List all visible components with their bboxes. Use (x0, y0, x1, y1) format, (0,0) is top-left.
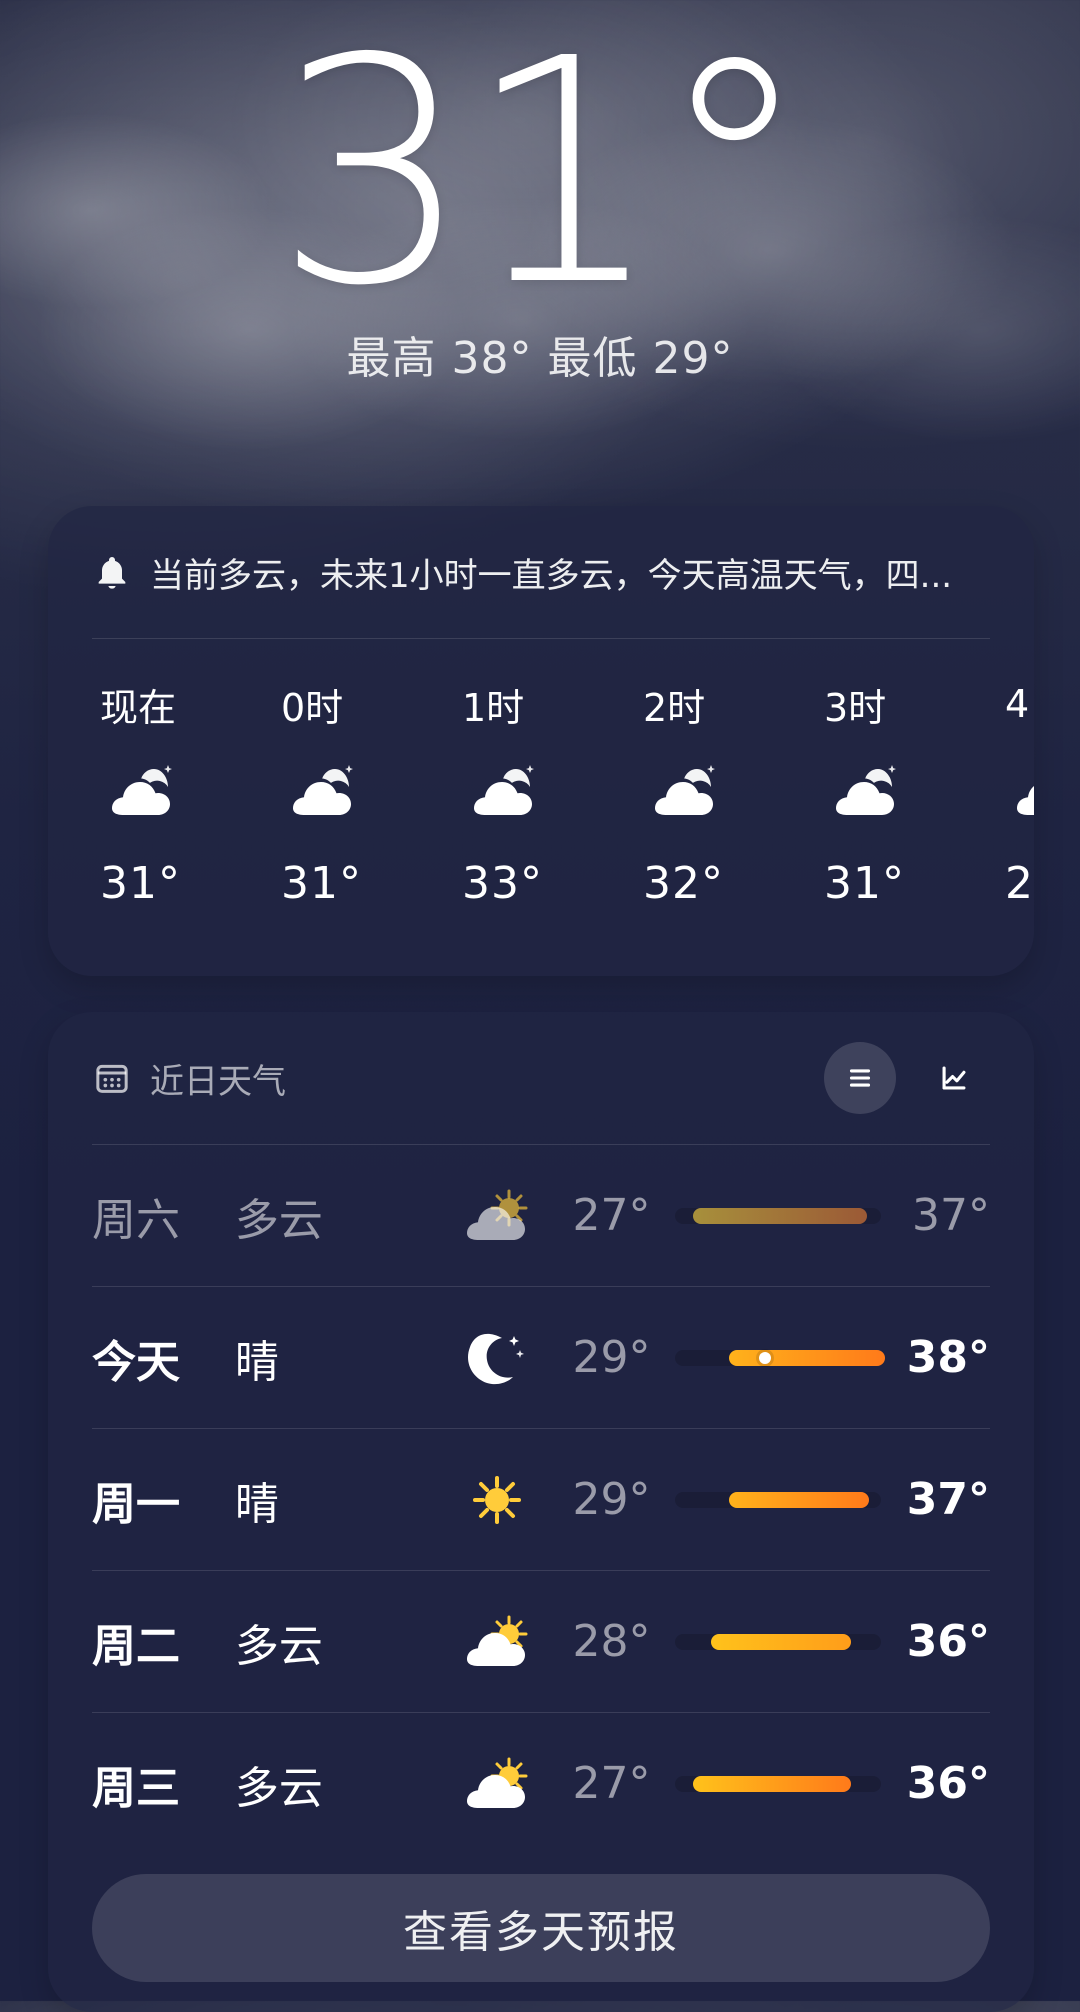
temp-range-bar (710, 1633, 851, 1650)
hour-label: 2时 (643, 685, 706, 730)
daily-row[interactable]: 今天 晴 29° 38° (92, 1286, 990, 1428)
daily-title: 近日天气 (92, 1054, 286, 1103)
daily-row[interactable]: 周二 多云 28° 36° (92, 1570, 990, 1712)
hour-label: 0时 (281, 685, 344, 730)
alert-row[interactable]: 当前多云，未来1小时一直多云，今天高温天气，四... (48, 506, 1034, 638)
temp-range-bar (728, 1349, 885, 1366)
temp-range (674, 1775, 882, 1792)
bell-icon (92, 552, 132, 592)
temp-range-bar (728, 1491, 869, 1508)
temp-range (674, 1633, 882, 1650)
hour-item: 现在 31° (92, 673, 273, 923)
daily-condition: 多云 (234, 1620, 323, 1672)
daily-high: 37° (906, 1474, 990, 1525)
hour-item: 3时 31° (816, 673, 997, 923)
daily-low: 27° (572, 1190, 651, 1241)
hour-temp: 32° (643, 857, 724, 909)
daily-condition: 多云 (234, 1194, 323, 1246)
daily-forecast-card: 近日天气 周六 多云 27° 37° 今天 晴 29° 38° 周一 晴 29°… (48, 1012, 1034, 2012)
hour-label: 4 (1005, 682, 1030, 726)
daily-high: 36° (906, 1758, 990, 1809)
daily-condition: 晴 (234, 1336, 279, 1388)
summary-card: 当前多云，未来1小时一直多云，今天高温天气，四... 现在 31° 0时 31°… (48, 506, 1034, 976)
hour-label: 3时 (824, 685, 887, 730)
daily-day: 周二 (92, 1620, 180, 1672)
daily-low: 28° (572, 1616, 651, 1667)
current-temperature-value: 31° (274, 0, 811, 354)
daily-day: 周一 (92, 1478, 180, 1530)
sun-icon (452, 1470, 543, 1530)
daily-low: 29° (572, 1332, 651, 1383)
temp-range (674, 1349, 885, 1366)
daily-low: 29° (572, 1474, 651, 1525)
daily-title-text: 近日天气 (150, 1061, 286, 1102)
temp-range (674, 1207, 882, 1224)
hourly-strip: 现在 31° 0时 31° 1时 33° 2时 32° 3时 31° 4 2 (92, 673, 1034, 923)
alert-text: 当前多云，未来1小时一直多云，今天高温天气，四... (150, 555, 953, 596)
hour-temp: 2 (1005, 857, 1034, 909)
cloud-sun-icon (452, 1612, 543, 1672)
daily-header: 近日天气 (48, 1012, 1034, 1144)
list-view-button[interactable] (824, 1042, 896, 1114)
daily-day: 今天 (92, 1336, 180, 1388)
hour-item: 2时 32° (635, 673, 816, 923)
cloud-moon-icon (273, 735, 365, 843)
hour-temp: 33° (462, 857, 543, 909)
hour-label: 1时 (462, 685, 525, 730)
hour-item: 4 2 (997, 673, 1034, 923)
daily-row[interactable]: 周六 多云 27° 37° (92, 1144, 990, 1286)
hour-temp: 31° (281, 857, 362, 909)
high-low-temperature: 最高 38° 最低 29° (346, 333, 734, 384)
hour-item: 1时 33° (454, 673, 635, 923)
temp-range-bar (692, 1207, 867, 1224)
daily-high: 38° (906, 1332, 990, 1383)
daily-condition: 晴 (234, 1478, 279, 1530)
daily-high: 37° (912, 1190, 990, 1241)
cloud-sun-icon (452, 1754, 543, 1814)
daily-high: 36° (906, 1616, 990, 1667)
cloud-moon-icon (92, 735, 184, 843)
daily-view-switch (824, 1042, 990, 1114)
chart-view-button[interactable] (918, 1042, 990, 1114)
daily-day: 周六 (92, 1194, 180, 1246)
temp-range (674, 1491, 882, 1508)
cloud-moon-icon (454, 735, 546, 843)
hour-item: 0时 31° (273, 673, 454, 923)
hour-temp: 31° (100, 857, 181, 909)
cloud-moon-icon (816, 735, 908, 843)
cloud-moon-icon (635, 735, 727, 843)
cloud-sun-icon (452, 1186, 543, 1246)
daily-rows: 周六 多云 27° 37° 今天 晴 29° 38° 周一 晴 29° 37° … (48, 1144, 1034, 1854)
moon-stars-icon (452, 1328, 543, 1388)
calendar-icon (92, 1058, 132, 1098)
temp-range-bar (692, 1775, 851, 1792)
cloud-moon-icon (997, 735, 1034, 843)
current-temp-dot (758, 1351, 771, 1364)
line-chart-icon (937, 1061, 971, 1095)
daily-row[interactable]: 周三 多云 27° 36° (92, 1712, 990, 1854)
daily-row[interactable]: 周一 晴 29° 37° (92, 1428, 990, 1570)
list-icon (843, 1061, 877, 1095)
daily-day: 周三 (92, 1762, 180, 1814)
hourly-forecast[interactable]: 现在 31° 0时 31° 1时 33° 2时 32° 3时 31° 4 2 (48, 639, 1034, 975)
daily-condition: 多云 (234, 1762, 323, 1814)
daily-low: 27° (572, 1758, 651, 1809)
hour-temp: 31° (824, 857, 905, 909)
view-multiday-forecast-button[interactable]: 查看多天预报 (92, 1874, 990, 1982)
hour-label: 现在 (100, 685, 177, 730)
current-temperature: 31° (0, 0, 1080, 354)
